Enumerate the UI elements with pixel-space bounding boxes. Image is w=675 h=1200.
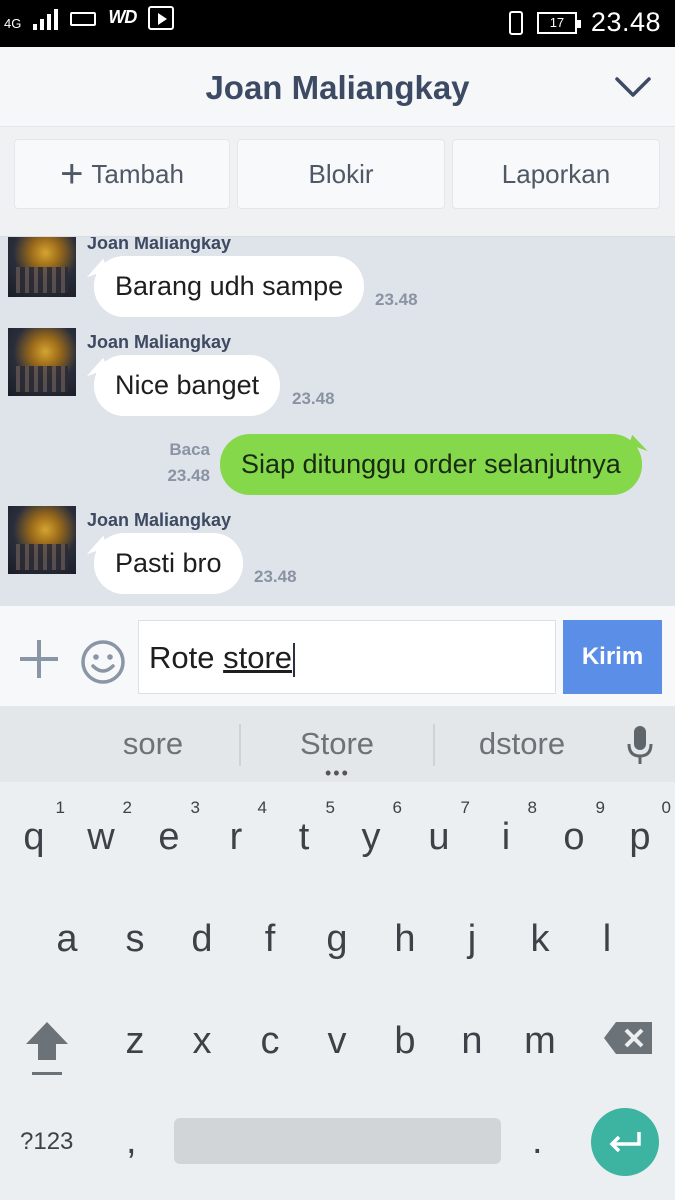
key-w[interactable]: 2w	[68, 798, 134, 859]
divider	[433, 724, 435, 766]
add-friend-label: Tambah	[91, 158, 184, 189]
key-period[interactable]: .	[532, 1120, 543, 1163]
block-button[interactable]: Blokir	[237, 139, 445, 209]
message-bubble-incoming[interactable]: Nice banget	[94, 355, 281, 416]
chevron-down-icon[interactable]	[613, 67, 653, 107]
key-d[interactable]: d	[169, 918, 235, 961]
key-a[interactable]: a	[34, 918, 100, 961]
status-time: 23.48	[590, 7, 661, 37]
key-l[interactable]: l	[574, 918, 640, 961]
key-b[interactable]: b	[372, 1020, 438, 1063]
message-input-bar: Rote store Kirim	[0, 606, 675, 706]
send-button[interactable]: Kirim	[563, 620, 662, 694]
key-z[interactable]: z	[102, 1020, 168, 1063]
backspace-icon[interactable]	[602, 1020, 654, 1056]
space-key[interactable]	[174, 1118, 501, 1164]
suggestion-item[interactable]: Store	[257, 726, 417, 762]
message-bubble-outgoing[interactable]: Siap ditunggu order selanjutnya	[220, 434, 642, 495]
key-n[interactable]: n	[439, 1020, 505, 1063]
key-t[interactable]: 5t	[271, 798, 337, 859]
plus-icon: +	[60, 152, 84, 196]
suggestion-item[interactable]: sore	[73, 726, 233, 762]
message-time: 23.48	[254, 567, 297, 586]
suggestion-item[interactable]: dstore	[442, 726, 602, 762]
key-r[interactable]: 4r	[203, 798, 269, 859]
keyboard-notification-icon	[70, 12, 97, 26]
key-m[interactable]: m	[507, 1020, 573, 1063]
add-friend-button[interactable]: + Tambah	[14, 139, 230, 209]
enter-icon	[609, 1132, 641, 1153]
suggestion-strip: sore Store ••• dstore	[0, 706, 675, 782]
carrier-logo: WD	[108, 7, 137, 27]
vibrate-icon	[508, 10, 523, 35]
block-label: Blokir	[308, 158, 374, 189]
enter-key[interactable]	[591, 1108, 659, 1176]
message-input[interactable]: Rote store	[138, 620, 556, 694]
avatar[interactable]	[8, 237, 76, 297]
key-comma[interactable]: ,	[126, 1120, 137, 1163]
input-composing-word: store	[223, 640, 293, 675]
message-bubble-incoming[interactable]: Barang udh sampe	[94, 256, 365, 317]
key-s[interactable]: s	[102, 918, 168, 961]
keyboard: sore Store ••• dstore 1q 2w 3e 4r 5t 6y …	[0, 706, 675, 1200]
chat-area[interactable]: Joan Maliangkay Barang udh sampe 23.48 J…	[0, 237, 675, 606]
key-u[interactable]: 7u	[406, 798, 472, 859]
report-button[interactable]: Laporkan	[452, 139, 660, 209]
key-p[interactable]: 0p	[607, 798, 673, 859]
sender-name: Joan Maliangkay	[87, 510, 232, 530]
read-receipt: Baca	[169, 440, 210, 459]
key-c[interactable]: c	[237, 1020, 303, 1063]
key-v[interactable]: v	[304, 1020, 370, 1063]
key-x[interactable]: x	[169, 1020, 235, 1063]
media-notification-icon	[148, 6, 175, 30]
shift-icon[interactable]	[22, 1018, 72, 1078]
key-h[interactable]: h	[372, 918, 438, 961]
key-k[interactable]: k	[507, 918, 573, 961]
signal-icon	[33, 8, 59, 30]
text-caret	[293, 642, 296, 677]
plus-icon[interactable]	[18, 638, 60, 680]
divider	[239, 724, 241, 766]
key-y[interactable]: 6y	[338, 798, 404, 859]
report-label: Laporkan	[501, 158, 611, 189]
message-bubble-incoming[interactable]: Pasti bro	[94, 533, 243, 594]
message-time: 23.48	[375, 290, 418, 309]
avatar[interactable]	[8, 506, 76, 574]
key-i[interactable]: 8i	[473, 798, 539, 859]
status-bar: 4G WD 17 23.48	[0, 0, 675, 47]
key-e[interactable]: 3e	[136, 798, 202, 859]
message-time: 23.48	[167, 466, 210, 485]
action-bar: + Tambah Blokir Laporkan	[0, 127, 675, 237]
symbols-key[interactable]: ?123	[20, 1128, 73, 1156]
input-text: Rote	[149, 640, 224, 675]
battery-icon: 17	[536, 11, 581, 34]
key-o[interactable]: 9o	[541, 798, 607, 859]
microphone-icon[interactable]	[625, 724, 655, 766]
message-time: 23.48	[292, 389, 335, 408]
avatar[interactable]	[8, 328, 76, 396]
key-j[interactable]: j	[439, 918, 505, 961]
chat-title: Joan Maliangkay	[205, 69, 470, 106]
chat-header: Joan Maliangkay	[0, 47, 675, 127]
key-f[interactable]: f	[237, 918, 303, 961]
more-suggestions-icon[interactable]: •••	[325, 764, 350, 782]
key-g[interactable]: g	[304, 918, 370, 961]
sender-name: Joan Maliangkay	[87, 332, 232, 352]
sender-name: Joan Maliangkay	[87, 237, 232, 253]
emoji-icon[interactable]	[80, 639, 126, 685]
network-type: 4G	[4, 16, 22, 31]
key-q[interactable]: 1q	[1, 798, 67, 859]
